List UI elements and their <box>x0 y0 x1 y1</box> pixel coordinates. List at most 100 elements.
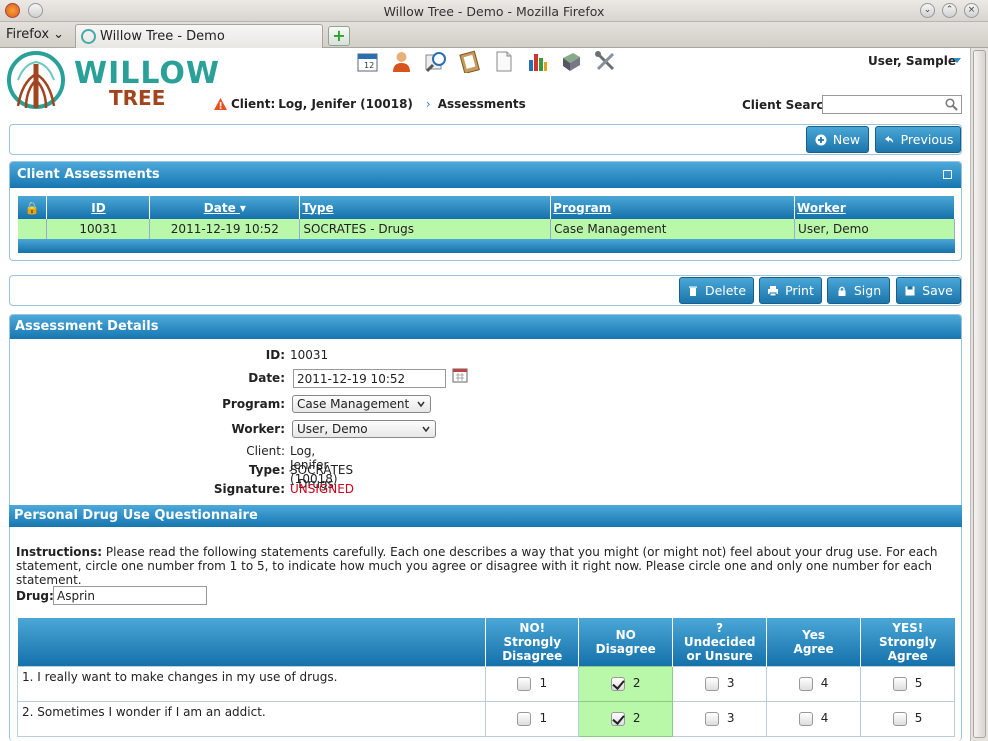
checkbox[interactable] <box>517 711 532 726</box>
maximize-button[interactable]: ⌃ <box>942 3 957 18</box>
option-2[interactable]: 2 <box>578 665 674 702</box>
option-3[interactable]: 3 <box>672 665 768 702</box>
chevron-down-icon <box>417 401 425 408</box>
tools-icon[interactable] <box>594 50 617 73</box>
checkbox[interactable] <box>704 711 719 726</box>
column-header-id[interactable]: ID <box>46 196 151 219</box>
new-button[interactable]: New <box>806 126 869 153</box>
option-3[interactable]: 3 <box>672 700 768 737</box>
date-header-label: Date <box>203 200 236 215</box>
top-button-bar: New Previous <box>9 124 962 155</box>
option-5[interactable]: 5 <box>860 665 955 702</box>
firefox-menu-label: Firefox <box>6 27 50 42</box>
user-menu-caret-icon[interactable] <box>953 58 961 63</box>
printer-icon <box>768 285 779 296</box>
column-header-worker[interactable]: Worker <box>794 196 955 219</box>
browser-tab[interactable]: Willow Tree - Demo <box>75 24 323 48</box>
question-row-1: 1. I really want to make changes in my u… <box>16 665 955 702</box>
program-select-value: Case Management <box>297 397 410 411</box>
new-tab-button[interactable]: + <box>328 26 350 46</box>
previous-button-label: Previous <box>900 132 954 147</box>
client-field-label: Client: <box>246 444 285 458</box>
checkbox[interactable] <box>892 711 907 726</box>
delete-button[interactable]: Delete <box>679 277 754 304</box>
svg-text:12: 12 <box>364 61 374 70</box>
signature-status: UNSIGNED <box>290 482 355 496</box>
statement-column-header <box>17 618 487 666</box>
sign-button[interactable]: Sign <box>827 277 890 304</box>
search-clock-icon[interactable] <box>424 50 447 73</box>
option-2[interactable]: 2 <box>578 700 674 737</box>
date-input[interactable]: 2011-12-19 10:52 <box>293 369 446 388</box>
document-icon[interactable] <box>492 50 515 73</box>
option-4[interactable]: 4 <box>766 700 862 737</box>
calendar-picker-icon[interactable] <box>452 368 468 383</box>
client-name-link[interactable]: Log, Jenifer (10018) <box>278 97 413 111</box>
scale-header-3: ? Undecided or Unsure <box>672 618 768 666</box>
instructions-label: Instructions: <box>16 545 103 559</box>
lock-cell <box>18 219 48 239</box>
client-icon[interactable] <box>390 50 413 73</box>
checkbox[interactable] <box>517 676 532 691</box>
column-header-date[interactable]: Date ▾ <box>149 196 301 219</box>
table-row[interactable]: 10031 2011-12-19 10:52 SOCRATES - Drugs … <box>18 219 955 239</box>
chevron-down-icon <box>422 426 430 433</box>
favicon-icon <box>81 29 96 44</box>
delete-button-label: Delete <box>704 283 747 298</box>
checkbox[interactable] <box>892 676 907 691</box>
save-button[interactable]: Save <box>896 277 961 304</box>
calendar-icon[interactable]: 12 <box>356 50 379 73</box>
print-button[interactable]: Print <box>759 277 822 304</box>
option-4[interactable]: 4 <box>766 665 862 702</box>
client-search-input[interactable] <box>822 95 962 114</box>
signature-label: Signature: <box>213 482 285 496</box>
checkbox[interactable] <box>798 676 813 691</box>
drug-input[interactable]: Asprin <box>53 586 207 605</box>
question-row-2: 2. Sometimes I wonder if I am an addict.… <box>16 700 955 737</box>
instructions-text: Please read the following statements car… <box>16 545 938 587</box>
question-text: 1. I really want to make changes in my u… <box>16 665 487 702</box>
window-titlebar: Willow Tree - Demo - Mozilla Firefox ⌄ ⌃… <box>0 0 988 22</box>
cell-program: Case Management <box>550 219 796 239</box>
clipboard-icon[interactable] <box>458 50 481 73</box>
id-value: 10031 <box>290 348 329 362</box>
worker-select-value: User, Demo <box>297 422 368 436</box>
id-label: ID: <box>265 348 285 362</box>
column-header-program[interactable]: Program <box>550 196 796 219</box>
search-icon[interactable] <box>945 98 958 111</box>
client-assessments-title: Client Assessments <box>10 162 961 188</box>
checkbox-checked[interactable] <box>610 676 625 691</box>
popout-icon[interactable] <box>943 170 952 179</box>
vertical-scrollbar[interactable] <box>970 48 988 741</box>
previous-button[interactable]: Previous <box>875 126 961 153</box>
client-search-label: Client Search <box>742 98 833 112</box>
firefox-menu[interactable]: Firefox ⌄ <box>6 27 64 42</box>
worker-select[interactable]: User, Demo <box>292 420 436 438</box>
checkbox[interactable] <box>704 676 719 691</box>
lock-column-header: 🔒 <box>18 196 48 219</box>
chart-icon[interactable] <box>526 50 549 73</box>
book-icon[interactable] <box>560 50 583 73</box>
client-assessments-panel: Client Assessments 🔒 ID Date ▾ Type Prog… <box>9 161 962 261</box>
minimize-button[interactable]: ⌄ <box>920 3 935 18</box>
scrollbar-thumb[interactable] <box>973 50 986 738</box>
user-menu[interactable]: User, Sample <box>868 54 956 68</box>
type-label: Type: <box>248 463 285 477</box>
breadcrumb-separator-icon: › <box>425 97 431 111</box>
program-select[interactable]: Case Management <box>292 395 431 413</box>
checkbox-checked[interactable] <box>610 711 625 726</box>
action-button-bar: Delete Print Sign Save <box>9 275 962 306</box>
column-header-type[interactable]: Type <box>299 196 552 219</box>
breadcrumb: Client: Log, Jenifer (10018) › Assessmen… <box>213 97 526 111</box>
option-1[interactable]: 1 <box>485 665 580 702</box>
option-5[interactable]: 5 <box>860 700 955 737</box>
option-1[interactable]: 1 <box>485 700 580 737</box>
floppy-disk-icon <box>905 286 915 295</box>
question-text: 2. Sometimes I wonder if I am an addict. <box>16 700 487 737</box>
table-footer <box>18 239 955 253</box>
cell-type: SOCRATES - Drugs <box>299 219 552 239</box>
assessment-details-title: Assessment Details <box>10 315 961 339</box>
browser-tabbar: Firefox ⌄ Willow Tree - Demo + <box>0 22 988 48</box>
close-button[interactable]: × <box>964 3 979 18</box>
checkbox[interactable] <box>798 711 813 726</box>
